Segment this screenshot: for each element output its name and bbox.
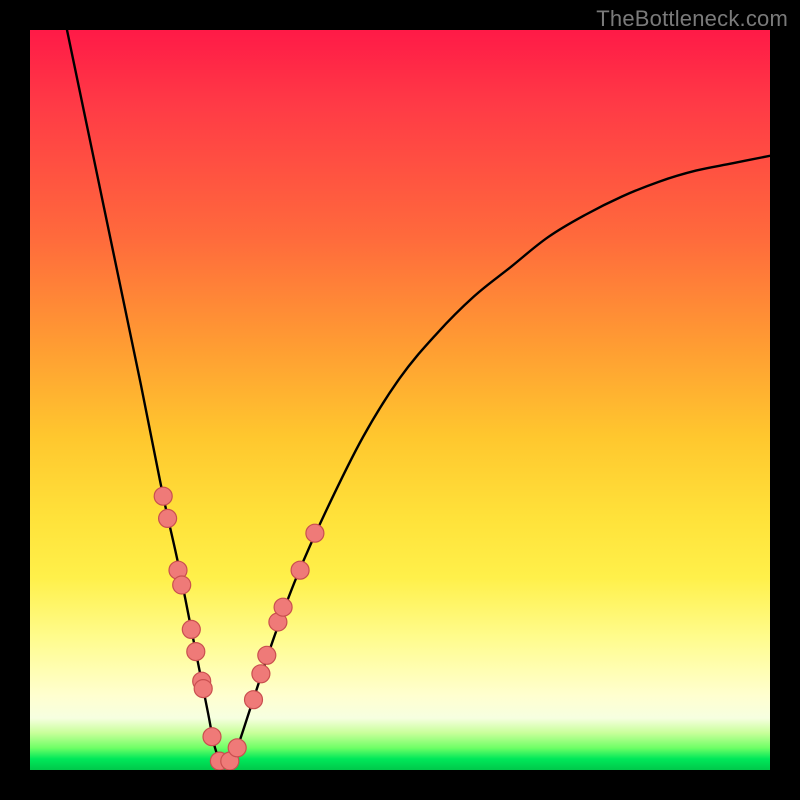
data-marker: [194, 680, 212, 698]
outer-frame: TheBottleneck.com: [0, 0, 800, 800]
data-marker: [228, 739, 246, 757]
data-marker: [173, 576, 191, 594]
data-marker: [187, 643, 205, 661]
watermark-text: TheBottleneck.com: [596, 6, 788, 32]
plot-area: [30, 30, 770, 770]
data-marker: [245, 691, 263, 709]
data-marker: [258, 646, 276, 664]
bottleneck-curve: [67, 30, 770, 765]
data-marker: [182, 620, 200, 638]
data-marker: [159, 509, 177, 527]
data-marker: [154, 487, 172, 505]
data-marker: [274, 598, 292, 616]
data-marker: [306, 524, 324, 542]
marker-group: [154, 487, 324, 770]
data-marker: [291, 561, 309, 579]
data-marker: [252, 665, 270, 683]
curve-svg: [30, 30, 770, 770]
data-marker: [203, 728, 221, 746]
